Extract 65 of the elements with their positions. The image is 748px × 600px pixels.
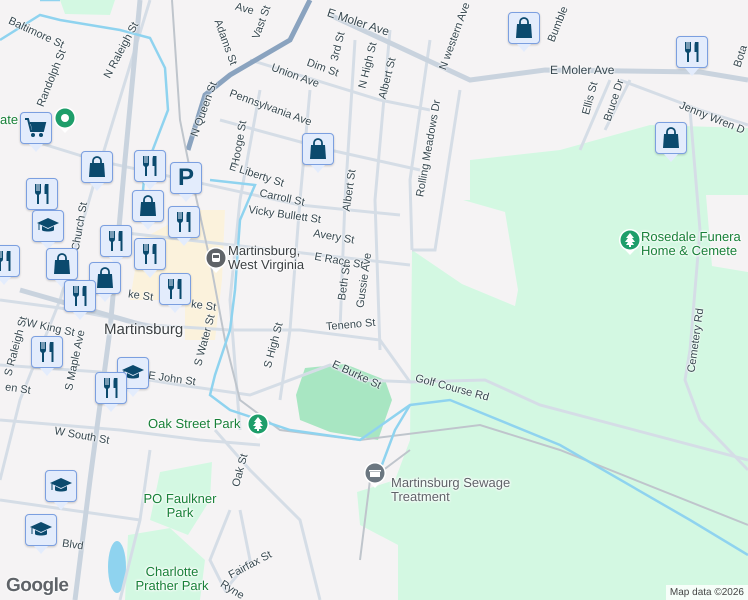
map-marker[interactable] <box>508 12 540 52</box>
tree-pin-icon[interactable] <box>246 412 270 440</box>
street-label: E Moler Ave <box>550 64 614 76</box>
map-marker[interactable] <box>134 238 166 278</box>
street-label: Ave <box>233 1 254 17</box>
park-area <box>60 0 115 15</box>
map-marker[interactable] <box>25 514 57 554</box>
street-label: Golf Course Rd <box>414 372 490 404</box>
street-label: Bota <box>732 44 748 68</box>
street-label: Jenny Wren D <box>677 100 746 136</box>
street-label: W South St <box>53 426 110 446</box>
place-label: PO Faulkner Park <box>142 492 218 520</box>
street-label: N High St <box>357 40 380 90</box>
street-label: E John St <box>147 370 196 388</box>
map-marker[interactable] <box>46 248 78 288</box>
train-icon[interactable] <box>204 246 228 274</box>
map-marker[interactable] <box>159 273 191 313</box>
place-label: Charlotte Prather Park <box>134 565 210 592</box>
street-label: Avery St <box>312 228 355 246</box>
street-label: Ryne <box>218 578 246 600</box>
map-marker[interactable] <box>168 206 200 246</box>
map-marker[interactable] <box>45 470 77 510</box>
street-label: Blvd <box>60 538 84 552</box>
shopping-cart-icon <box>24 116 48 140</box>
street-label: Oak St <box>231 452 250 488</box>
place-label: Martinsburg Sewage Treatment <box>391 476 512 504</box>
street-label: Cemetery Rd <box>686 307 706 373</box>
street-label: Carroll St <box>258 188 306 208</box>
map-marker[interactable] <box>20 112 52 152</box>
street-label: Teneno St <box>326 317 376 333</box>
street-label: S High St <box>262 321 286 369</box>
map-logo[interactable]: Google <box>6 575 68 597</box>
street-label: N western Ave <box>438 0 472 72</box>
street-label: Bruce Dr <box>602 78 626 122</box>
map-marker[interactable] <box>64 280 96 320</box>
map-marker[interactable] <box>134 150 166 190</box>
street-label: Beth St <box>337 263 353 301</box>
map-marker[interactable] <box>676 36 708 76</box>
map-marker[interactable] <box>655 122 687 162</box>
place-label: Oak Street Park <box>148 417 242 431</box>
street-label: S Water St <box>192 313 218 367</box>
street-label: Albert St <box>342 168 358 212</box>
building-pin-icon[interactable] <box>363 461 387 489</box>
map-marker[interactable] <box>81 151 113 191</box>
map-attribution: Map data ©2026 <box>666 585 748 600</box>
street-label: Rolling Meadows Dr <box>415 98 444 198</box>
tree-pin-icon[interactable] <box>618 228 642 256</box>
pond <box>108 541 126 593</box>
street-label: E Burke St <box>330 358 382 392</box>
street-label: ke St <box>190 298 216 314</box>
street-label: ke St <box>126 288 154 304</box>
street-label: en St <box>4 382 32 396</box>
place-label: Rosedale Funera Home & Cemete <box>641 230 742 258</box>
map-marker[interactable] <box>132 190 164 230</box>
map-marker[interactable] <box>302 133 334 173</box>
street-label: Ellis St <box>581 80 600 116</box>
street-label: N Queen St <box>189 80 220 138</box>
place-label: ate <box>0 113 20 127</box>
street-label: Albert St <box>378 56 399 100</box>
street-label: Adams St <box>212 18 238 66</box>
map-marker[interactable] <box>95 372 127 412</box>
map-marker[interactable] <box>31 336 63 376</box>
street-label: 3rd St <box>329 30 348 62</box>
map-marker[interactable] <box>32 210 64 250</box>
map-marker[interactable] <box>100 225 132 265</box>
